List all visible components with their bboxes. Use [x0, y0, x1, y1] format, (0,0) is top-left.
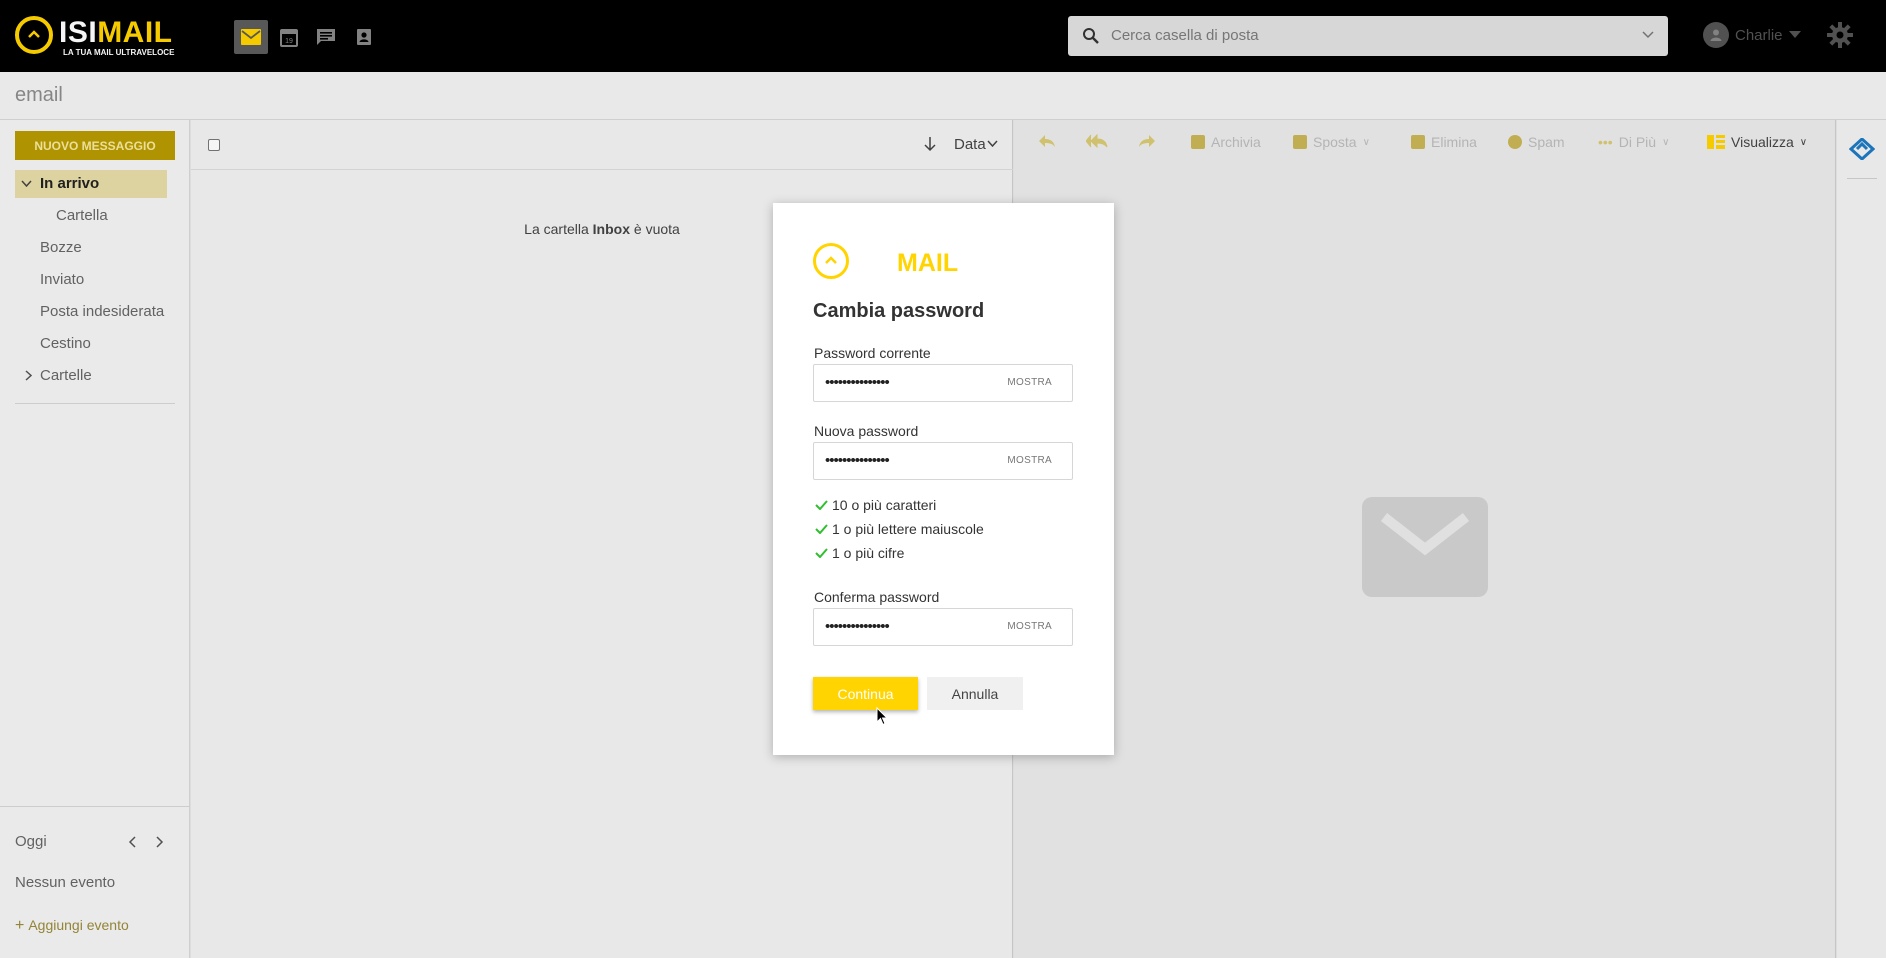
new-password-value[interactable]: ••••••••••••••• [825, 452, 890, 469]
current-password-label: Password corrente [814, 345, 931, 361]
dialog-title: Cambia password [813, 300, 985, 322]
current-password-value[interactable]: ••••••••••••••• [825, 374, 890, 391]
show-confirm-password-button[interactable]: MOSTRA [1007, 621, 1052, 632]
password-rule-uppercase: 1 o più lettere maiuscole [815, 521, 984, 537]
cancel-button[interactable]: Annulla [927, 677, 1023, 710]
change-password-dialog: MAIL Cambia password Password corrente •… [773, 203, 1114, 755]
dialog-logo-text: MAIL [897, 249, 959, 277]
new-password-field[interactable]: ••••••••••••••• MOSTRA [813, 442, 1073, 480]
password-rule-digits: 1 o più cifre [815, 545, 904, 561]
continue-button[interactable]: Continua [813, 677, 918, 710]
logo-chevron-icon [813, 243, 849, 279]
check-icon [815, 548, 828, 558]
show-current-password-button[interactable]: MOSTRA [1007, 377, 1052, 388]
confirm-password-value[interactable]: ••••••••••••••• [825, 618, 890, 635]
rule-text: 1 o più cifre [832, 545, 905, 561]
rule-text: 10 o più caratteri [832, 497, 937, 513]
dialog-logo: MAIL [813, 243, 993, 281]
check-icon [815, 500, 828, 510]
current-password-field[interactable]: ••••••••••••••• MOSTRA [813, 364, 1073, 402]
show-new-password-button[interactable]: MOSTRA [1007, 455, 1052, 466]
rule-text: 1 o più lettere maiuscole [832, 521, 984, 537]
password-rule-length: 10 o più caratteri [815, 497, 936, 513]
confirm-password-field[interactable]: ••••••••••••••• MOSTRA [813, 608, 1073, 646]
confirm-password-label: Conferma password [814, 589, 940, 605]
new-password-label: Nuova password [814, 423, 919, 439]
mouse-cursor-icon [876, 707, 888, 726]
check-icon [815, 524, 828, 534]
